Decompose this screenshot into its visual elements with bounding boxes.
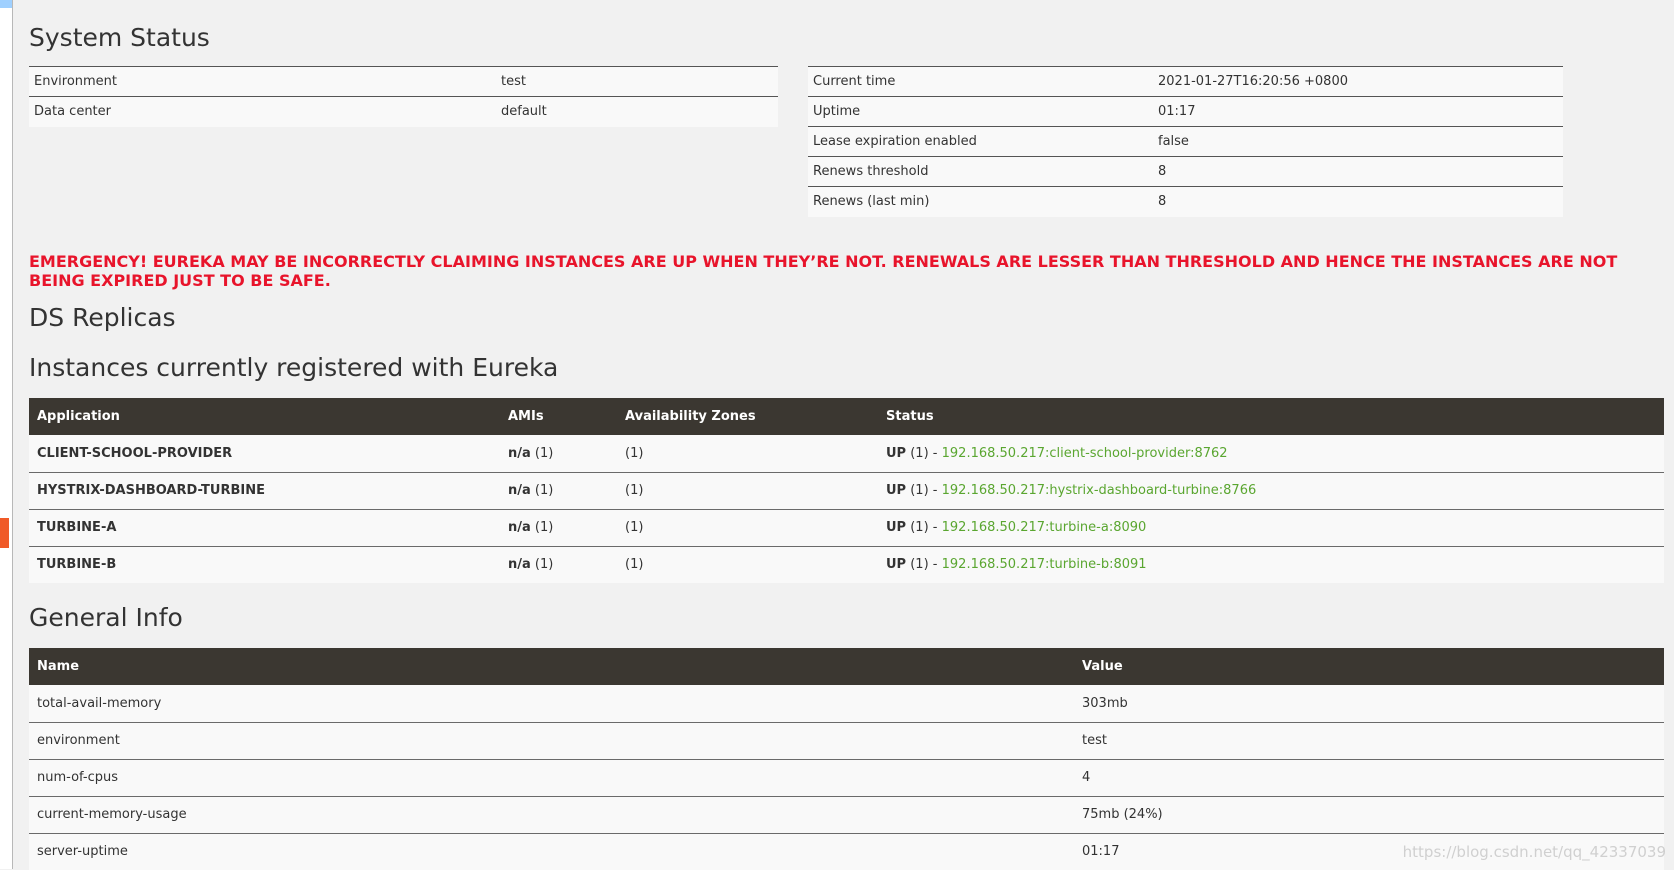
column-header-zones: Availability Zones — [617, 398, 878, 435]
ami-cell: n/a (1) — [500, 472, 617, 510]
table-row: Lease expiration enabled false — [808, 126, 1563, 157]
column-header-status: Status — [878, 398, 1664, 435]
ami-cell: n/a (1) — [500, 546, 617, 583]
status-value: UP — [886, 520, 907, 535]
strip-accent — [0, 0, 12, 8]
row-label: Renews (last min) — [808, 186, 1153, 217]
status-cell: UP (1) - 192.168.50.217:client-school-pr… — [878, 435, 1664, 473]
status-cell: UP (1) - 192.168.50.217:turbine-b:8091 — [878, 546, 1664, 583]
application-name: TURBINE-A — [29, 509, 500, 547]
table-header-row: Name Value — [29, 648, 1664, 685]
row-label: Renews threshold — [808, 156, 1153, 187]
status-count: (1) - — [910, 483, 938, 498]
application-name: HYSTRIX-DASHBOARD-TURBINE — [29, 472, 500, 510]
ami-cell: n/a (1) — [500, 435, 617, 473]
row-value: false — [1153, 126, 1563, 157]
row-label: Environment — [29, 66, 496, 97]
status-value: UP — [886, 445, 907, 461]
info-value: 75mb (24%) — [1074, 796, 1664, 834]
ami-count: (1) — [534, 557, 554, 573]
instance-link[interactable]: 192.168.50.217:turbine-a:8090 — [942, 520, 1147, 535]
instances-title: Instances currently registered with Eure… — [29, 353, 559, 382]
general-info-title: General Info — [29, 603, 183, 632]
info-name: server-uptime — [29, 833, 1074, 870]
status-value: UP — [886, 557, 907, 573]
column-header-value: Value — [1074, 648, 1664, 685]
info-name: environment — [29, 722, 1074, 760]
system-status-title: System Status — [29, 23, 210, 52]
ami-value: n/a — [508, 557, 531, 573]
ami-count: (1) — [534, 520, 554, 535]
table-row: CLIENT-SCHOOL-PROVIDER n/a (1) (1) UP (1… — [29, 435, 1664, 473]
status-cell: UP (1) - 192.168.50.217:hystrix-dashboar… — [878, 472, 1664, 510]
info-value: 303mb — [1074, 685, 1664, 723]
application-name: CLIENT-SCHOOL-PROVIDER — [29, 435, 500, 473]
status-count: (1) - — [910, 445, 938, 461]
table-row: Uptime 01:17 — [808, 96, 1563, 127]
row-label: Current time — [808, 66, 1153, 97]
zones-cell: (1) — [617, 509, 878, 547]
row-label: Uptime — [808, 96, 1153, 127]
application-name: TURBINE-B — [29, 546, 500, 583]
general-info-table: Name Value total-avail-memory 303mb envi… — [29, 648, 1664, 870]
ami-count: (1) — [534, 445, 554, 461]
column-header-name: Name — [29, 648, 1074, 685]
emergency-warning: EMERGENCY! EUREKA MAY BE INCORRECTLY CLA… — [29, 252, 1618, 290]
table-row: Renews (last min) 8 — [808, 186, 1563, 217]
row-value: 8 — [1153, 156, 1563, 187]
zones-cell: (1) — [617, 546, 878, 583]
column-header-amis: AMIs — [500, 398, 617, 435]
watermark: https://blog.csdn.net/qq_42337039 — [1402, 843, 1666, 861]
ami-value: n/a — [508, 483, 531, 498]
row-label: Lease expiration enabled — [808, 126, 1153, 157]
left-browser-strip — [0, 0, 13, 869]
system-status-left-table: Environment test Data center default — [29, 66, 778, 127]
table-row: total-avail-memory 303mb — [29, 685, 1664, 723]
status-count: (1) - — [910, 557, 938, 573]
table-header-row: Application AMIs Availability Zones Stat… — [29, 398, 1664, 435]
table-row: Data center default — [29, 96, 778, 127]
table-row: current-memory-usage 75mb (24%) — [29, 796, 1664, 834]
status-count: (1) - — [910, 520, 938, 535]
info-name: num-of-cpus — [29, 759, 1074, 797]
row-value: 01:17 — [1153, 96, 1563, 127]
column-header-application: Application — [29, 398, 500, 435]
strip-orange-marker — [0, 518, 9, 548]
status-cell: UP (1) - 192.168.50.217:turbine-a:8090 — [878, 509, 1664, 547]
system-status-right-table: Current time 2021-01-27T16:20:56 +0800 U… — [808, 66, 1563, 217]
zones-cell: (1) — [617, 435, 878, 473]
row-value: 2021-01-27T16:20:56 +0800 — [1153, 66, 1563, 97]
row-label: Data center — [29, 96, 496, 127]
instance-link[interactable]: 192.168.50.217:client-school-provider:87… — [942, 446, 1228, 461]
info-value: 4 — [1074, 759, 1664, 797]
ami-count: (1) — [534, 483, 554, 498]
table-row: TURBINE-A n/a (1) (1) UP (1) - 192.168.5… — [29, 509, 1664, 547]
table-row: num-of-cpus 4 — [29, 759, 1664, 797]
ami-value: n/a — [508, 445, 531, 461]
instances-table: Application AMIs Availability Zones Stat… — [29, 398, 1664, 583]
instance-link[interactable]: 192.168.50.217:hystrix-dashboard-turbine… — [942, 483, 1257, 498]
row-value: 8 — [1153, 186, 1563, 217]
status-value: UP — [886, 483, 907, 498]
info-value: test — [1074, 722, 1664, 760]
table-row: HYSTRIX-DASHBOARD-TURBINE n/a (1) (1) UP… — [29, 472, 1664, 510]
zones-cell: (1) — [617, 472, 878, 510]
table-row: Current time 2021-01-27T16:20:56 +0800 — [808, 66, 1563, 97]
ami-cell: n/a (1) — [500, 509, 617, 547]
info-name: total-avail-memory — [29, 685, 1074, 723]
ami-value: n/a — [508, 520, 531, 535]
table-row: environment test — [29, 722, 1664, 760]
ds-replicas-title: DS Replicas — [29, 303, 176, 332]
info-name: current-memory-usage — [29, 796, 1074, 834]
row-value: default — [496, 96, 778, 127]
table-row: TURBINE-B n/a (1) (1) UP (1) - 192.168.5… — [29, 546, 1664, 583]
row-value: test — [496, 66, 778, 97]
table-row: Renews threshold 8 — [808, 156, 1563, 187]
instance-link[interactable]: 192.168.50.217:turbine-b:8091 — [942, 557, 1147, 572]
table-row: Environment test — [29, 66, 778, 97]
